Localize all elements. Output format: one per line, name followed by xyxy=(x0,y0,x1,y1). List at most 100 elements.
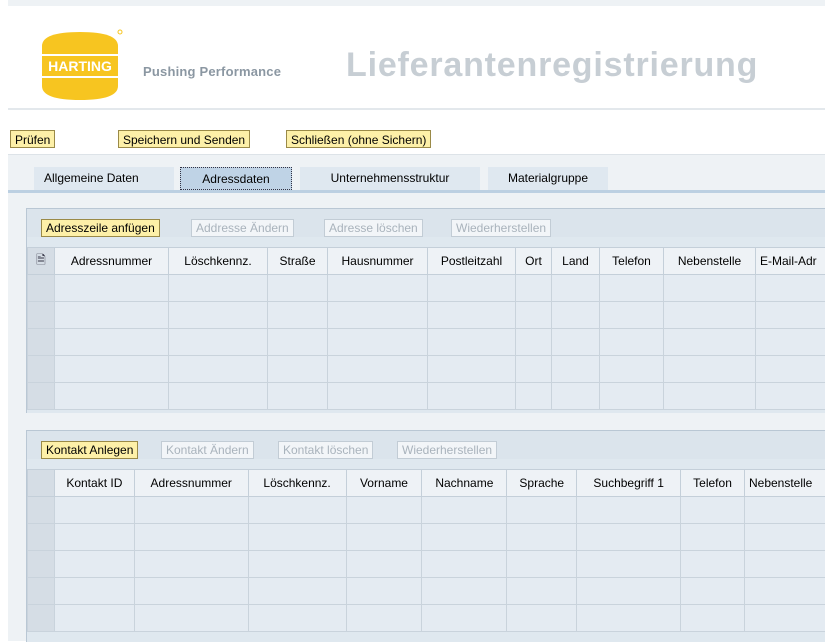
table-cell[interactable] xyxy=(681,524,745,551)
table-cell[interactable] xyxy=(248,551,346,578)
row-selector[interactable] xyxy=(28,302,55,329)
table-cell[interactable] xyxy=(428,356,516,383)
table-cell[interactable] xyxy=(54,524,134,551)
row-selector[interactable] xyxy=(28,605,55,632)
table-cell[interactable] xyxy=(681,497,745,524)
table-cell[interactable] xyxy=(552,302,600,329)
table-cell[interactable] xyxy=(744,497,825,524)
col-header[interactable]: Sprache xyxy=(507,470,577,497)
table-cell[interactable] xyxy=(577,551,681,578)
table-cell[interactable] xyxy=(428,275,516,302)
table-cell[interactable] xyxy=(664,302,756,329)
table-cell[interactable] xyxy=(600,329,664,356)
restore-contact-button[interactable]: Wiederherstellen xyxy=(397,441,497,459)
table-cell[interactable] xyxy=(346,578,422,605)
table-cell[interactable] xyxy=(756,329,825,356)
table-cell[interactable] xyxy=(681,578,745,605)
table-cell[interactable] xyxy=(552,383,600,410)
table-cell[interactable] xyxy=(664,329,756,356)
table-cell[interactable] xyxy=(428,383,516,410)
table-cell[interactable] xyxy=(681,551,745,578)
table-row[interactable] xyxy=(28,524,825,551)
table-cell[interactable] xyxy=(516,383,552,410)
row-selector[interactable] xyxy=(28,383,55,410)
col-header[interactable]: Straße xyxy=(268,248,328,275)
table-cell[interactable] xyxy=(600,275,664,302)
table-cell[interactable] xyxy=(54,578,134,605)
table-cell[interactable] xyxy=(55,356,169,383)
close-without-saving-button[interactable]: Schließen (ohne Sichern) xyxy=(286,130,431,148)
table-cell[interactable] xyxy=(428,329,516,356)
col-header[interactable]: Vorname xyxy=(346,470,422,497)
table-cell[interactable] xyxy=(681,605,745,632)
table-cell[interactable] xyxy=(248,497,346,524)
table-cell[interactable] xyxy=(54,551,134,578)
table-cell[interactable] xyxy=(516,275,552,302)
table-cell[interactable] xyxy=(55,329,169,356)
tab-adressdaten[interactable]: Adressdaten xyxy=(180,167,292,190)
table-row[interactable] xyxy=(28,605,825,632)
tab-allgemeine-daten[interactable]: Allgemeine Daten xyxy=(34,167,174,190)
table-cell[interactable] xyxy=(55,275,169,302)
delete-contact-button[interactable]: Kontakt löschen xyxy=(278,441,373,459)
table-cell[interactable] xyxy=(422,551,507,578)
table-cell[interactable] xyxy=(328,329,428,356)
table-cell[interactable] xyxy=(516,302,552,329)
edit-contact-button[interactable]: Kontakt Ändern xyxy=(161,441,254,459)
col-header[interactable]: Ort xyxy=(516,248,552,275)
col-header[interactable]: Nachname xyxy=(422,470,507,497)
row-selector[interactable] xyxy=(28,524,55,551)
table-cell[interactable] xyxy=(744,551,825,578)
table-row[interactable] xyxy=(28,383,825,410)
table-cell[interactable] xyxy=(169,329,268,356)
table-cell[interactable] xyxy=(268,383,328,410)
table-cell[interactable] xyxy=(756,356,825,383)
table-cell[interactable] xyxy=(577,524,681,551)
table-cell[interactable] xyxy=(422,578,507,605)
table-row[interactable] xyxy=(28,356,825,383)
table-cell[interactable] xyxy=(248,578,346,605)
table-cell[interactable] xyxy=(248,524,346,551)
table-row[interactable] xyxy=(28,578,825,605)
table-cell[interactable] xyxy=(134,578,248,605)
table-cell[interactable] xyxy=(507,605,577,632)
table-cell[interactable] xyxy=(268,356,328,383)
table-row[interactable] xyxy=(28,329,825,356)
edit-address-button[interactable]: Addresse Ändern xyxy=(191,219,294,237)
tab-unternehmensstruktur[interactable]: Unternehmensstruktur xyxy=(300,167,480,190)
table-cell[interactable] xyxy=(346,497,422,524)
table-cell[interactable] xyxy=(577,605,681,632)
row-selector[interactable] xyxy=(28,329,55,356)
table-cell[interactable] xyxy=(169,275,268,302)
table-cell[interactable] xyxy=(507,497,577,524)
table-cell[interactable] xyxy=(552,275,600,302)
col-header[interactable]: Telefon xyxy=(600,248,664,275)
table-cell[interactable] xyxy=(507,524,577,551)
table-cell[interactable] xyxy=(134,497,248,524)
table-cell[interactable] xyxy=(664,275,756,302)
table-cell[interactable] xyxy=(422,605,507,632)
table-cell[interactable] xyxy=(744,524,825,551)
table-cell[interactable] xyxy=(134,605,248,632)
table-cell[interactable] xyxy=(248,605,346,632)
col-header[interactable]: Löschkennz. xyxy=(248,470,346,497)
check-button[interactable]: Prüfen xyxy=(10,130,55,148)
table-cell[interactable] xyxy=(664,356,756,383)
table-cell[interactable] xyxy=(507,578,577,605)
table-cell[interactable] xyxy=(346,524,422,551)
table-cell[interactable] xyxy=(346,605,422,632)
add-address-row-button[interactable]: Adresszeile anfügen xyxy=(41,219,160,237)
table-cell[interactable] xyxy=(328,356,428,383)
table-cell[interactable] xyxy=(169,356,268,383)
table-cell[interactable] xyxy=(169,302,268,329)
col-header[interactable]: Kontakt ID xyxy=(54,470,134,497)
table-cell[interactable] xyxy=(328,302,428,329)
table-cell[interactable] xyxy=(552,356,600,383)
table-cell[interactable] xyxy=(422,524,507,551)
row-selector[interactable] xyxy=(28,497,55,524)
table-cell[interactable] xyxy=(756,383,825,410)
col-header[interactable]: Nebenstelle xyxy=(744,470,825,497)
table-cell[interactable] xyxy=(600,302,664,329)
select-all-icon[interactable]: 🗎 xyxy=(28,248,55,275)
col-header[interactable]: Hausnummer xyxy=(328,248,428,275)
